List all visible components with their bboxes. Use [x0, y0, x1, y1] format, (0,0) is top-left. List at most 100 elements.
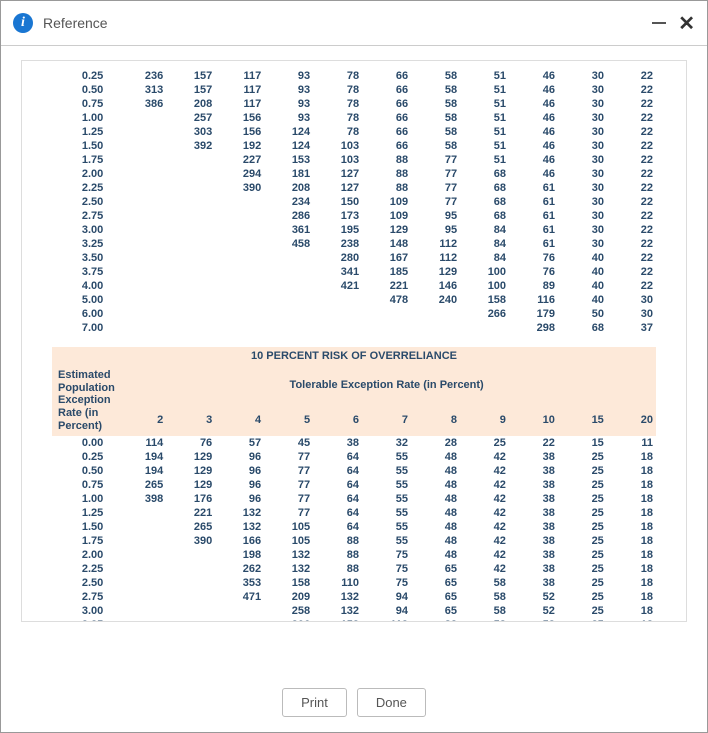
row-label: 1.75	[52, 534, 117, 548]
cell	[117, 251, 166, 265]
cell: 42	[460, 450, 509, 464]
cell: 179	[509, 307, 558, 321]
cell: 48	[411, 478, 460, 492]
row-label: 2.25	[52, 181, 117, 195]
cell	[117, 125, 166, 139]
cell: 77	[411, 153, 460, 167]
cell: 68	[558, 321, 607, 335]
scroll-area[interactable]: 0.2523615711793786658514630220.503131571…	[21, 60, 687, 622]
table-row: 0.75265129967764554842382518	[52, 478, 656, 492]
cell: 129	[166, 450, 215, 464]
cell: 18	[607, 520, 656, 534]
cell: 30	[558, 195, 607, 209]
cell: 153	[264, 153, 313, 167]
cell: 167	[362, 251, 411, 265]
cell: 66	[362, 83, 411, 97]
row-label: 2.50	[52, 576, 117, 590]
row-label: 2.25	[52, 562, 117, 576]
cell	[215, 251, 264, 265]
cell: 22	[607, 251, 656, 265]
column-header: 3	[166, 403, 215, 436]
cell: 32	[362, 436, 411, 450]
cell: 117	[215, 97, 264, 111]
cell	[117, 153, 166, 167]
row-label: 1.00	[52, 111, 117, 125]
print-button[interactable]: Print	[282, 688, 347, 717]
cell: 88	[362, 167, 411, 181]
cell: 51	[460, 153, 509, 167]
cell: 280	[313, 251, 362, 265]
cell: 45	[264, 436, 313, 450]
cell: 48	[411, 492, 460, 506]
cell: 52	[509, 618, 558, 622]
cell: 30	[558, 97, 607, 111]
cell: 55	[362, 506, 411, 520]
cell: 265	[117, 478, 166, 492]
cell	[117, 590, 166, 604]
cell	[362, 307, 411, 321]
cell: 25	[558, 604, 607, 618]
cell: 132	[264, 548, 313, 562]
cell: 58	[411, 97, 460, 111]
cell	[166, 562, 215, 576]
column-header: 7	[362, 403, 411, 436]
cell: 30	[558, 181, 607, 195]
cell: 127	[313, 181, 362, 195]
cell: 88	[313, 548, 362, 562]
row-label: 7.00	[52, 321, 117, 335]
close-icon[interactable]: ✕	[678, 11, 695, 36]
cell: 46	[509, 83, 558, 97]
cell	[411, 307, 460, 321]
table-row: 6.002661795030	[52, 307, 656, 321]
row-label: 2.00	[52, 167, 117, 181]
table-row: 0.252361571179378665851463022	[52, 69, 656, 83]
cell	[117, 562, 166, 576]
cell: 103	[313, 139, 362, 153]
cell: 48	[411, 520, 460, 534]
cell	[313, 307, 362, 321]
cell	[117, 293, 166, 307]
table-row: 1.002571569378665851463022	[52, 111, 656, 125]
row-label: 1.50	[52, 520, 117, 534]
cell: 195	[313, 223, 362, 237]
cell: 75	[362, 548, 411, 562]
cell: 398	[117, 492, 166, 506]
done-button[interactable]: Done	[357, 688, 426, 717]
column-header: 2	[117, 403, 166, 436]
cell: 42	[460, 464, 509, 478]
row-label: 3.00	[52, 604, 117, 618]
column-header: 5	[264, 403, 313, 436]
cell: 22	[607, 237, 656, 251]
cell: 30	[558, 237, 607, 251]
cell	[117, 548, 166, 562]
cell: 478	[362, 293, 411, 307]
cell: 38	[509, 548, 558, 562]
cell	[264, 279, 313, 293]
cell: 50	[558, 307, 607, 321]
cell: 28	[411, 436, 460, 450]
column-header: 15	[558, 403, 607, 436]
cell: 25	[558, 464, 607, 478]
cell: 25	[558, 534, 607, 548]
cell	[117, 209, 166, 223]
cell	[215, 321, 264, 335]
cell: 18	[607, 576, 656, 590]
cell: 22	[607, 153, 656, 167]
minimize-icon[interactable]	[652, 22, 666, 24]
cell: 208	[264, 181, 313, 195]
cell: 236	[117, 69, 166, 83]
cell: 61	[509, 223, 558, 237]
cell: 66	[362, 69, 411, 83]
cell: 30	[607, 307, 656, 321]
cell	[117, 307, 166, 321]
cell: 25	[558, 492, 607, 506]
cell: 176	[166, 492, 215, 506]
cell	[166, 167, 215, 181]
cell: 18	[607, 492, 656, 506]
column-header: 6	[313, 403, 362, 436]
cell: 341	[313, 265, 362, 279]
cell	[117, 618, 166, 622]
cell: 75	[362, 576, 411, 590]
cell: 209	[264, 590, 313, 604]
table-row: 0.753862081179378665851463022	[52, 97, 656, 111]
